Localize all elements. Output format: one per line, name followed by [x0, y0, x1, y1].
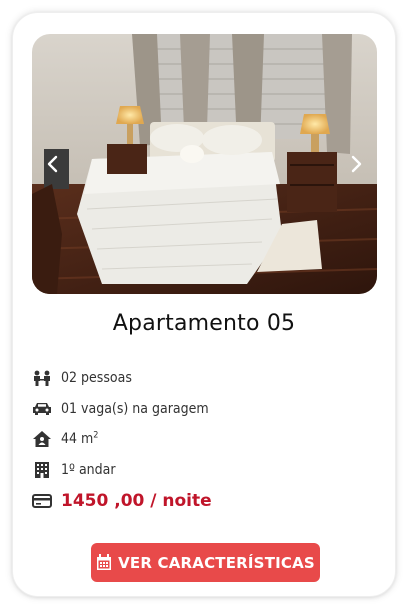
apartment-photo[interactable] — [32, 34, 377, 294]
calendar-icon — [96, 554, 112, 571]
listing-title: Apartamento 05 — [112, 311, 296, 336]
floor-text: 1º andar — [61, 462, 116, 478]
area-text: 44 m2 — [61, 431, 98, 447]
carousel-prev-button[interactable] — [38, 149, 68, 179]
chevron-right-icon — [349, 155, 363, 173]
building-icon — [31, 460, 53, 480]
car-icon — [31, 399, 53, 419]
area-value: 44 m — [61, 431, 94, 447]
parking-text: 01 vaga(s) na garagem — [61, 401, 209, 417]
feature-floor: 1º andar — [31, 460, 116, 480]
people-icon — [31, 368, 53, 388]
credit-card-icon — [31, 491, 53, 511]
feature-price: 1450 ,00 / noite — [31, 491, 212, 511]
view-features-label: VER CARACTERÍSTICAS — [118, 553, 315, 572]
view-features-button[interactable]: VER CARACTERÍSTICAS — [91, 543, 320, 582]
area-unit-superscript: 2 — [93, 430, 99, 441]
chevron-left-icon — [46, 155, 60, 173]
price-text: 1450 ,00 / noite — [61, 491, 212, 511]
feature-guests: 02 pessoas — [31, 368, 132, 388]
listing-card: Apartamento 05 02 pessoas 01 vaga(s) na … — [12, 12, 396, 597]
guests-text: 02 pessoas — [61, 370, 132, 386]
carousel-next-button[interactable] — [341, 149, 371, 179]
feature-parking: 01 vaga(s) na garagem — [31, 399, 209, 419]
house-icon — [31, 429, 53, 449]
feature-area: 44 m2 — [31, 429, 98, 449]
